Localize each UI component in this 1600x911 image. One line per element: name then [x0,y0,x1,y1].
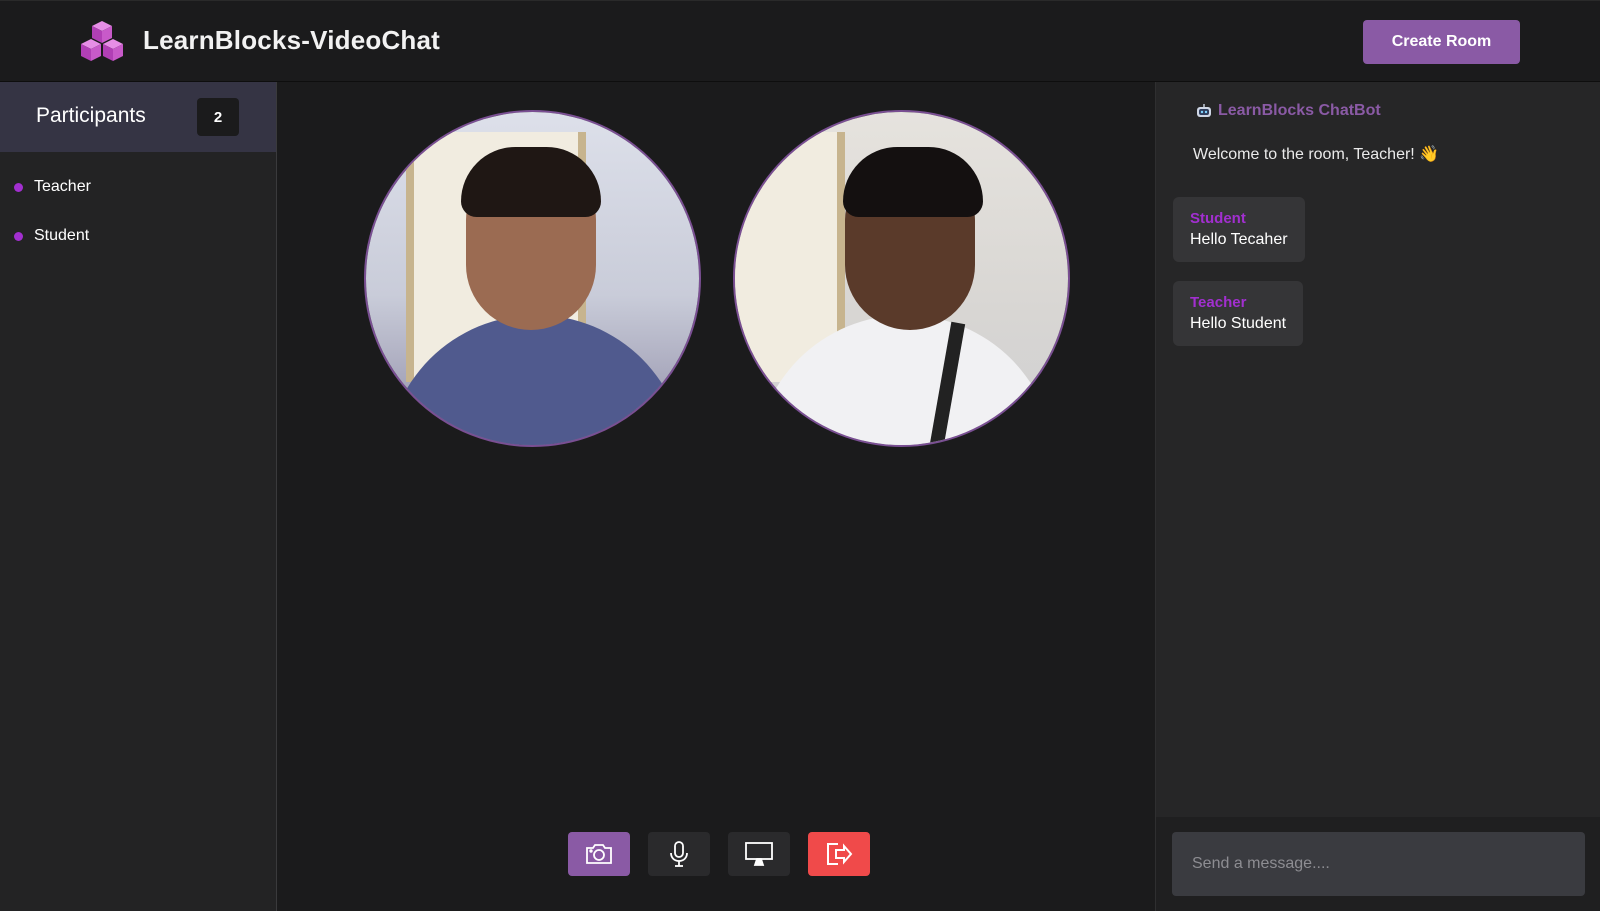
participants-count-badge: 2 [197,98,239,136]
participant-item-student[interactable]: Student [14,224,89,248]
participant-item-teacher[interactable]: Teacher [14,175,91,199]
create-room-button[interactable]: Create Room [1363,20,1520,64]
robot-icon [1197,104,1211,117]
participant-name: Student [34,227,90,244]
camera-toggle-button[interactable] [568,832,630,876]
microphone-toggle-button[interactable] [648,832,710,876]
app-title: LearnBlocks-VideoChat [143,25,441,55]
status-dot [14,182,23,192]
chat-message: Student Hello Tecaher [1173,197,1305,262]
welcome-message: Welcome to the room, Teacher! 👋 [1193,146,1440,163]
chat-footer [1156,817,1600,911]
participants-title: Participants [36,104,146,127]
microphone-icon [670,841,688,867]
camera-icon [586,844,612,864]
participants-header: Participants 2 [0,82,276,152]
monitor-icon [745,842,773,866]
message-text: Hello Tecaher [1190,231,1288,248]
message-sender: Teacher [1190,294,1247,311]
message-text: Hello Student [1190,315,1287,332]
video-tile-remote[interactable] [733,110,1070,447]
participant-name: Teacher [34,178,91,195]
chatbot-label: LearnBlocks ChatBot [1218,102,1381,119]
video-area [278,82,1154,911]
chat-message: Teacher Hello Student [1173,281,1304,346]
chatbot-name: LearnBlocks ChatBot [1196,102,1381,120]
message-input[interactable] [1172,832,1585,896]
person-hair [843,147,983,217]
exit-icon [827,843,853,865]
cubes-logo-icon [81,21,123,61]
call-controls [568,832,870,876]
participants-sidebar: Participants 2 Teacher Student [0,82,277,911]
video-tile-local[interactable] [364,110,701,447]
message-sender: Student [1190,210,1246,227]
screen-share-button[interactable] [728,832,790,876]
chat-panel: LearnBlocks ChatBot Welcome to the room,… [1155,82,1600,911]
app-header: LearnBlocks-VideoChat Create Room [0,0,1600,82]
status-dot [14,231,23,241]
person-hair [461,147,601,217]
leave-call-button[interactable] [808,832,870,876]
